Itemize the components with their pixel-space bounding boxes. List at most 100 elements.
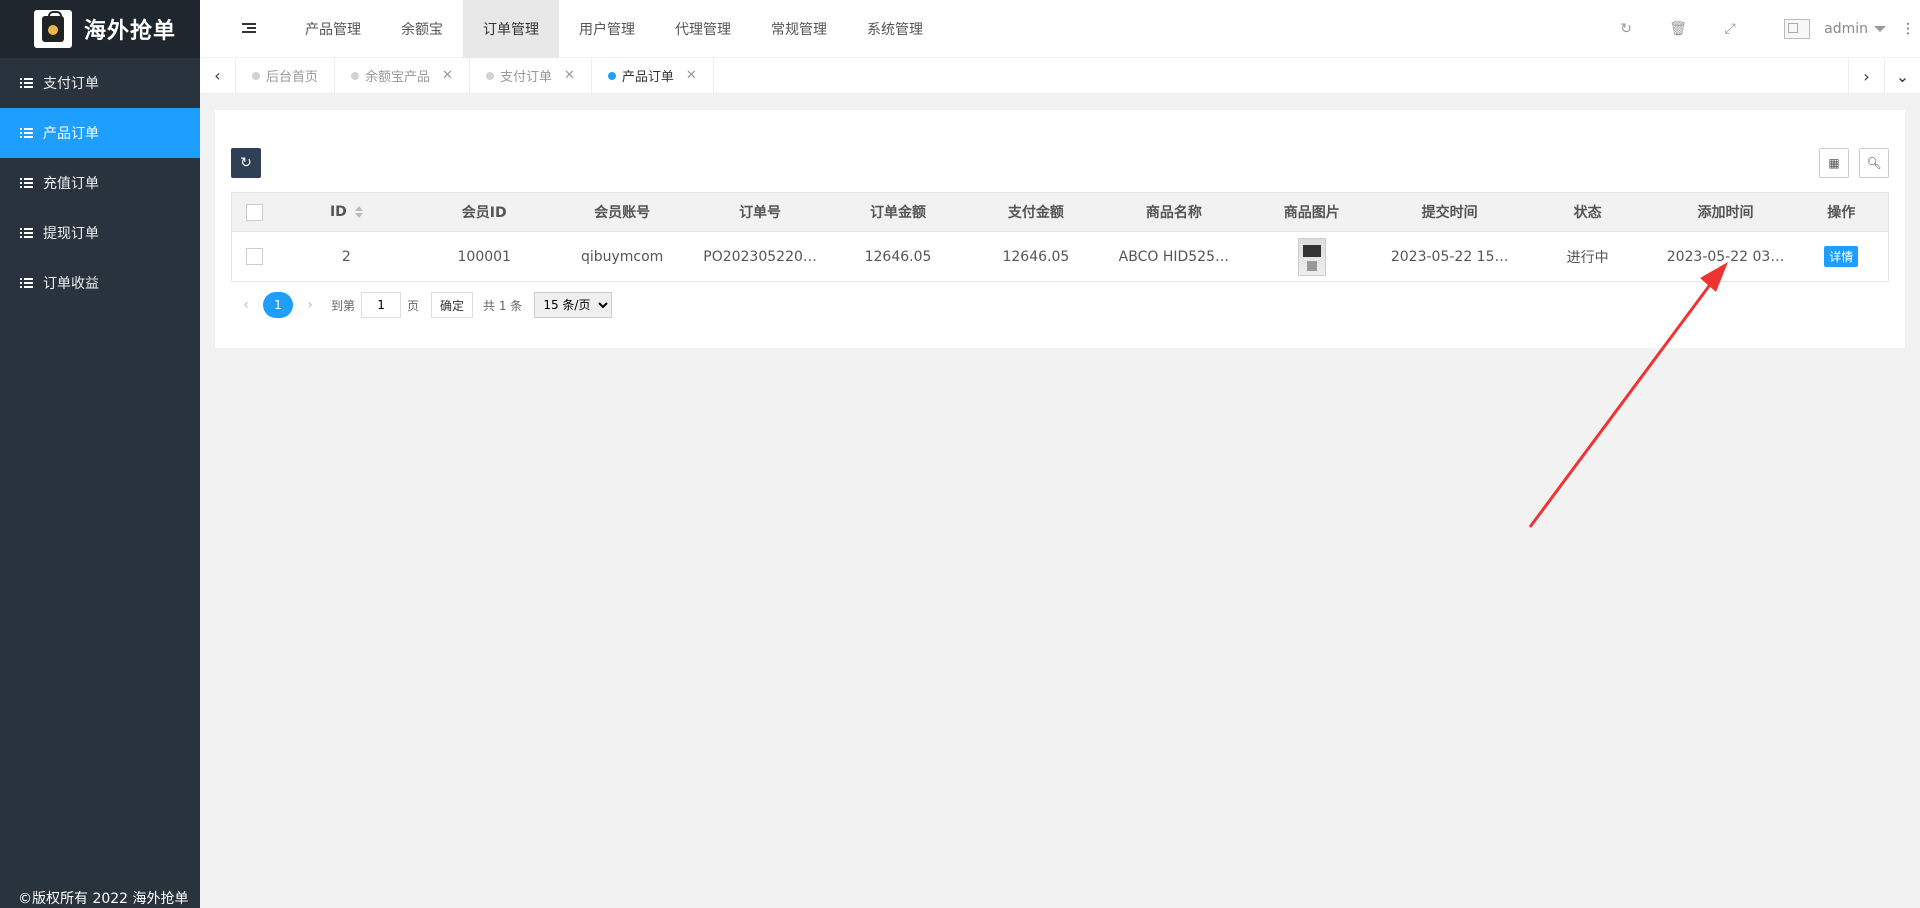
col-order-no: 订单号 bbox=[691, 192, 830, 232]
page-size-select[interactable]: 15 条/页 bbox=[534, 292, 613, 318]
col-account: 会员账号 bbox=[553, 192, 692, 232]
table-row: 2 100001 qibuymcom PO202305220… 12646.05… bbox=[231, 231, 1889, 282]
sidebar-menu: 支付订单 产品订单 充值订单 提现订单 订单收益 bbox=[0, 58, 200, 308]
cell-product-name: ABCO HID525… bbox=[1104, 231, 1243, 282]
col-member-id: 会员ID bbox=[415, 192, 554, 232]
sidebar: 海外抢单 支付订单 产品订单 充值订单 提现订单 订单收益 ©版权所有 2022… bbox=[0, 0, 200, 908]
caret-down-icon bbox=[1874, 26, 1886, 32]
sidebar-item-product-orders[interactable]: 产品订单 bbox=[0, 108, 200, 158]
tab-label: 支付订单 bbox=[499, 70, 552, 85]
row-checkbox[interactable] bbox=[246, 248, 264, 265]
tab-dot bbox=[485, 71, 494, 80]
list-icon bbox=[20, 178, 33, 188]
tab-label: 余额宝产品 bbox=[365, 70, 431, 85]
orders-table: ID 会员ID 会员账号 订单号 订单金额 支付金额 商品名称 商品图片 提交时… bbox=[231, 192, 1889, 282]
col-id[interactable]: ID bbox=[277, 192, 416, 232]
more-vertical-icon[interactable]: ⋮ bbox=[1896, 21, 1920, 37]
col-status: 状态 bbox=[1518, 192, 1657, 232]
cell-action: 详情 bbox=[1794, 231, 1889, 282]
goto-confirm-button[interactable]: 确定 bbox=[431, 292, 474, 318]
col-action: 操作 bbox=[1794, 192, 1889, 232]
sidebar-item-label: 产品订单 bbox=[43, 126, 99, 142]
tabs-scroll-right-icon[interactable]: › bbox=[1848, 58, 1884, 94]
sidebar-toggle-button[interactable] bbox=[223, 0, 275, 58]
product-thumbnail[interactable] bbox=[1297, 237, 1326, 276]
cell-status: 进行中 bbox=[1518, 231, 1657, 282]
col-add-time: 添加时间 bbox=[1656, 192, 1795, 232]
nav-product-management[interactable]: 产品管理 bbox=[285, 0, 381, 58]
copyright: ©版权所有 2022 海外抢单 bbox=[18, 891, 189, 907]
tab-home[interactable]: 后台首页 bbox=[236, 57, 336, 94]
logo[interactable]: 海外抢单 bbox=[0, 0, 200, 58]
select-all-cell bbox=[231, 192, 278, 232]
close-icon[interactable]: ✕ bbox=[686, 68, 697, 83]
username: admin bbox=[1824, 21, 1868, 37]
cell-add-time: 2023-05-22 03… bbox=[1656, 231, 1795, 282]
top-nav: 产品管理 余额宝 订单管理 用户管理 代理管理 常规管理 系统管理 bbox=[285, 0, 943, 58]
header-tools: ↻ 🗑︎ ⤢ admin ⋮ bbox=[1600, 0, 1920, 58]
trash-icon[interactable]: 🗑︎ bbox=[1652, 0, 1704, 58]
prev-page-icon[interactable]: ‹ bbox=[231, 297, 261, 313]
row-select-cell bbox=[231, 231, 278, 282]
page-label: 页 bbox=[407, 298, 420, 313]
page-tabs: 后台首页 余额宝产品 ✕ 支付订单 ✕ 产品订单 ✕ bbox=[236, 57, 714, 94]
fullscreen-icon[interactable]: ⤢ bbox=[1704, 0, 1756, 58]
goto-page-input[interactable] bbox=[361, 292, 402, 318]
tab-dot bbox=[607, 71, 616, 80]
sidebar-item-pay-orders[interactable]: 支付订单 bbox=[0, 58, 200, 108]
list-icon bbox=[20, 128, 33, 138]
tabs-scroll-left-icon[interactable]: ‹ bbox=[200, 57, 236, 94]
nav-order-management[interactable]: 订单管理 bbox=[463, 0, 559, 58]
tabs-menu-chevron-down-icon[interactable]: ⌄ bbox=[1884, 58, 1920, 94]
table-header-row: ID 会员ID 会员账号 订单号 订单金额 支付金额 商品名称 商品图片 提交时… bbox=[231, 192, 1889, 232]
cell-id: 2 bbox=[277, 231, 416, 282]
tab-label: 后台首页 bbox=[266, 70, 319, 85]
list-icon bbox=[20, 278, 33, 288]
tab-product-orders[interactable]: 产品订单 ✕ bbox=[592, 57, 714, 94]
avatar bbox=[1784, 19, 1811, 39]
user-menu[interactable]: admin bbox=[1784, 19, 1886, 39]
tab-dot bbox=[252, 71, 260, 80]
nav-general-management[interactable]: 常规管理 bbox=[751, 0, 847, 58]
select-all-checkbox[interactable] bbox=[246, 203, 264, 221]
tabs-right-controls: › ⌄ bbox=[1848, 58, 1920, 94]
list-icon bbox=[20, 228, 33, 238]
tab-yuebao-products[interactable]: 余额宝产品 ✕ bbox=[335, 57, 470, 94]
cell-submit-time: 2023-05-22 15… bbox=[1380, 231, 1519, 282]
col-pay-amount: 支付金额 bbox=[966, 192, 1105, 232]
sidebar-item-label: 订单收益 bbox=[43, 276, 99, 292]
app-title: 海外抢单 bbox=[84, 19, 177, 44]
sidebar-item-label: 充值订单 bbox=[43, 176, 99, 192]
cell-pay-amount: 12646.05 bbox=[966, 231, 1105, 282]
refresh-icon[interactable]: ↻ bbox=[1600, 0, 1652, 58]
nav-user-management[interactable]: 用户管理 bbox=[559, 0, 655, 58]
goto-label: 到第 bbox=[331, 298, 356, 313]
page-tabs-bar: ‹ 后台首页 余额宝产品 ✕ 支付订单 ✕ 产品订单 ✕ › ⌄ bbox=[200, 57, 1920, 94]
next-page-icon[interactable]: › bbox=[295, 297, 325, 313]
close-icon[interactable]: ✕ bbox=[442, 68, 453, 83]
tab-pay-orders[interactable]: 支付订单 ✕ bbox=[470, 57, 592, 94]
page-current[interactable]: 1 bbox=[263, 292, 293, 318]
nav-agent-management[interactable]: 代理管理 bbox=[655, 0, 751, 58]
cell-member-id: 100001 bbox=[415, 231, 554, 282]
logo-bag-icon bbox=[34, 10, 72, 48]
cell-order-amount: 12646.05 bbox=[829, 231, 967, 282]
sidebar-item-label: 提现订单 bbox=[43, 226, 99, 242]
tab-label: 产品订单 bbox=[621, 70, 674, 85]
sort-icon[interactable] bbox=[354, 206, 363, 218]
table-refresh-button[interactable]: ↻ bbox=[231, 148, 261, 178]
columns-icon[interactable]: ▦ bbox=[1819, 148, 1849, 178]
sidebar-item-label: 支付订单 bbox=[43, 76, 99, 92]
search-icon[interactable]: 🔍︎ bbox=[1859, 148, 1889, 178]
sidebar-item-order-earnings[interactable]: 订单收益 bbox=[0, 258, 200, 308]
indent-icon bbox=[242, 23, 256, 34]
top-header: 产品管理 余额宝 订单管理 用户管理 代理管理 常规管理 系统管理 ↻ 🗑︎ ⤢… bbox=[200, 0, 1920, 58]
close-icon[interactable]: ✕ bbox=[564, 68, 575, 83]
sidebar-item-withdraw-orders[interactable]: 提现订单 bbox=[0, 208, 200, 258]
col-product-image: 商品图片 bbox=[1242, 192, 1381, 232]
tab-dot bbox=[351, 71, 360, 80]
nav-system-management[interactable]: 系统管理 bbox=[847, 0, 943, 58]
nav-yuebao[interactable]: 余额宝 bbox=[381, 0, 463, 58]
sidebar-item-recharge-orders[interactable]: 充值订单 bbox=[0, 158, 200, 208]
detail-button[interactable]: 详情 bbox=[1824, 246, 1859, 267]
